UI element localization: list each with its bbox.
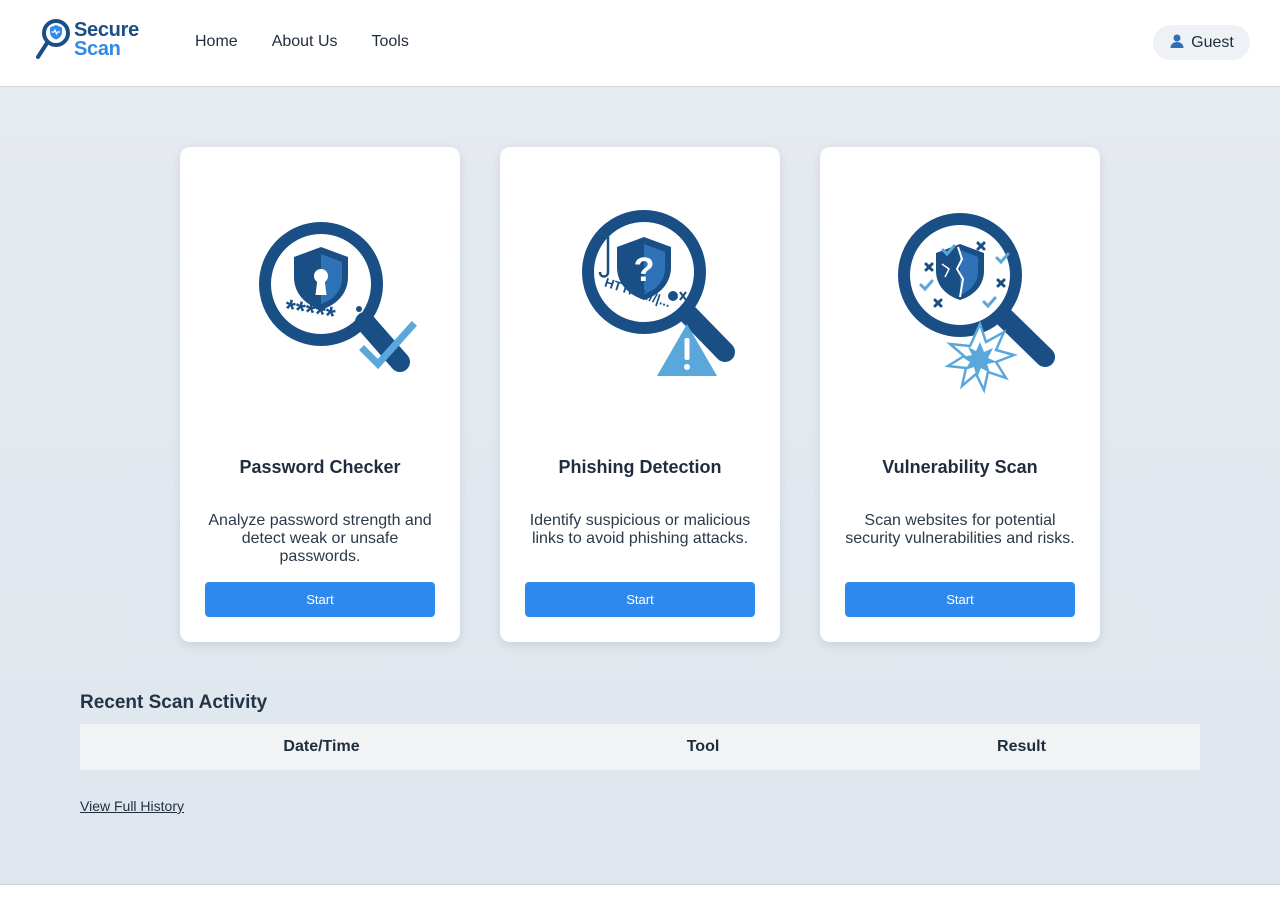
start-password-checker-button[interactable]: Start xyxy=(205,582,435,617)
card-description: Scan websites for potential security vul… xyxy=(845,512,1075,547)
phishing-magnifier-icon: ? HTTPS://|... xyxy=(582,210,735,376)
card-title: Phishing Detection xyxy=(558,457,722,477)
card-title: Password Checker xyxy=(239,457,401,477)
main-content: ***** Password Checker Analyze password … xyxy=(0,87,1280,884)
nav-about-us[interactable]: About Us xyxy=(272,33,338,51)
vulnerability-magnifier-icon xyxy=(898,213,1055,394)
user-label: Guest xyxy=(1191,33,1234,51)
card-title: Vulnerability Scan xyxy=(882,457,1038,477)
logo-text: Secure Scan xyxy=(74,20,139,60)
footer xyxy=(0,884,1280,900)
nav-tools-label: Tools xyxy=(371,33,409,50)
card-description: Identify suspicious or malicious links t… xyxy=(529,512,751,547)
nav-tools[interactable]: Tools xyxy=(372,33,414,51)
user-menu-button[interactable]: Guest xyxy=(1153,25,1250,60)
card-password-checker: ***** Password Checker Analyze password … xyxy=(180,147,460,642)
recent-activity-table-header: Date/Time Tool Result xyxy=(80,724,1200,770)
main-nav: Home About Us Tools xyxy=(195,33,414,51)
column-header-datetime: Date/Time xyxy=(283,738,360,755)
column-header-tool: Tool xyxy=(686,738,720,755)
nav-home[interactable]: Home xyxy=(195,33,238,51)
user-icon xyxy=(1169,33,1185,53)
column-header-result: Result xyxy=(997,738,1046,755)
site-header: Secure Scan Home About Us Tools Guest xyxy=(0,0,1280,87)
logo[interactable]: Secure Scan xyxy=(34,17,154,63)
view-full-history-link[interactable]: View Full History xyxy=(80,798,184,814)
card-vulnerability-scan: Vulnerability Scan Scan websites for pot… xyxy=(820,147,1100,642)
password-magnifier-icon: ***** xyxy=(259,222,417,372)
magnifier-shield-icon xyxy=(36,19,70,59)
logo-line2: Scan xyxy=(74,38,121,60)
recent-activity-title: Recent Scan Activity xyxy=(80,692,268,713)
card-description: Analyze password strength and detect wea… xyxy=(208,512,432,565)
start-phishing-detection-button[interactable]: Start xyxy=(525,582,755,617)
start-vulnerability-scan-button[interactable]: Start xyxy=(845,582,1075,617)
card-phishing-detection: ? HTTPS://|... Phishing Detection Identi… xyxy=(500,147,780,642)
